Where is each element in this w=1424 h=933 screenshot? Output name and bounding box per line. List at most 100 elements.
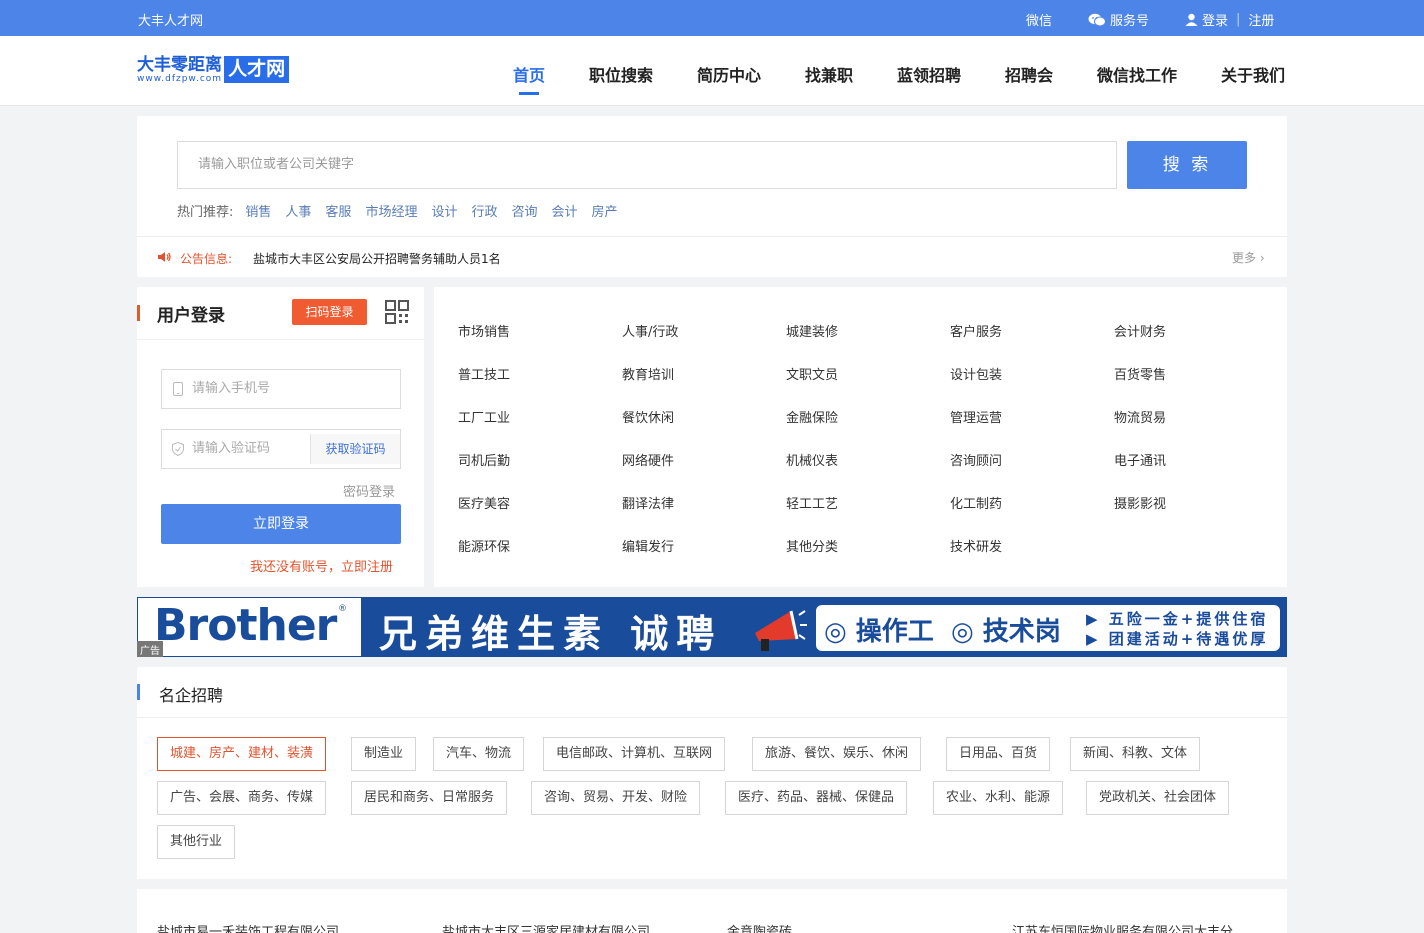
industry-tag[interactable]: 制造业: [351, 737, 417, 771]
industry-tag[interactable]: 党政机关、社会团体: [1086, 781, 1230, 815]
category-link[interactable]: 电子通讯: [1114, 450, 1166, 469]
category-link[interactable]: 司机后勤: [458, 450, 510, 469]
category-link[interactable]: 管理运营: [950, 407, 1002, 426]
ad-banner[interactable]: Brother ® 广告 兄弟维生素 诚聘 ◎ 操作工 ◎ 技术岗 ▶ 五险一金…: [137, 597, 1287, 657]
hot-keyword[interactable]: 销售: [245, 201, 271, 220]
password-login-link[interactable]: 密码登录: [343, 481, 395, 500]
hot-keyword[interactable]: 会计: [552, 201, 578, 220]
wechat-icon: [1088, 13, 1106, 26]
logo-text-block: 大丰零距离 www.dfzpw.com: [137, 56, 222, 84]
notice-label: 公告信息:: [180, 252, 233, 266]
hot-keyword[interactable]: 人事: [285, 201, 311, 220]
category-link[interactable]: 咨询顾问: [950, 450, 1002, 469]
industry-tag[interactable]: 城建、房产、建材、装潢: [157, 737, 327, 771]
category-link[interactable]: 教育培训: [622, 364, 674, 383]
hot-keyword[interactable]: 设计: [431, 201, 457, 220]
site-name[interactable]: 大丰人才网: [138, 10, 203, 29]
category-link[interactable]: 轻工工艺: [786, 493, 838, 512]
code-input[interactable]: 请输入验证码 获取验证码: [161, 429, 401, 469]
nav-resume-center[interactable]: 简历中心: [697, 62, 761, 86]
notice-more-link[interactable]: 更多 ›: [1232, 249, 1265, 266]
nav-active-indicator: [519, 92, 539, 95]
hot-keyword[interactable]: 客服: [325, 201, 351, 220]
benefit-line-2: ▶ 团建活动+待遇优厚: [1086, 630, 1269, 648]
get-code-button[interactable]: 获取验证码: [310, 434, 400, 464]
nav-job-fair[interactable]: 招聘会: [1005, 62, 1053, 86]
login-submit-button[interactable]: 立即登录: [161, 504, 401, 544]
megaphone-icon: [755, 610, 807, 651]
industry-tag[interactable]: 汽车、物流: [433, 737, 525, 771]
top-bar: 大丰人才网 微信 服务号 登录 | 注册: [0, 0, 1424, 36]
nav-part-time[interactable]: 找兼职: [805, 62, 853, 86]
category-link[interactable]: 摄影影视: [1114, 493, 1166, 512]
hot-keyword[interactable]: 行政: [471, 201, 497, 220]
hot-keyword[interactable]: 市场经理: [365, 201, 417, 220]
category-link[interactable]: 市场销售: [458, 321, 510, 340]
industry-tag[interactable]: 旅游、餐饮、娱乐、休闲: [752, 737, 922, 771]
industry-tag[interactable]: 医疗、药品、器械、保健品: [725, 781, 908, 815]
phone-input[interactable]: 请输入手机号: [161, 369, 401, 409]
industry-tag[interactable]: 其他行业: [157, 825, 236, 859]
category-link[interactable]: 百货零售: [1114, 364, 1166, 383]
category-link[interactable]: 技术研发: [950, 536, 1002, 555]
industry-tag[interactable]: 咨询、贸易、开发、财险: [531, 781, 701, 815]
benefit-1-text: 五险一金+提供住宿: [1108, 610, 1269, 628]
nav-home[interactable]: 首页: [513, 62, 545, 86]
category-link[interactable]: 文职文员: [786, 364, 838, 383]
category-link[interactable]: 编辑发行: [622, 536, 674, 555]
category-link[interactable]: 城建装修: [786, 321, 838, 340]
company-link[interactable]: 金意陶瓷砖: [727, 921, 792, 933]
category-link[interactable]: 翻译法律: [622, 493, 674, 512]
category-link[interactable]: 机械仪表: [786, 450, 838, 469]
category-link[interactable]: 物流贸易: [1114, 407, 1166, 426]
login-link[interactable]: 登录: [1202, 10, 1228, 29]
login-register: 登录 | 注册: [1185, 10, 1274, 29]
category-link[interactable]: 医疗美容: [458, 493, 510, 512]
company-link[interactable]: 盐城市易一禾装饰工程有限公司: [157, 921, 339, 933]
category-link[interactable]: 人事/行政: [622, 321, 678, 340]
hot-keyword[interactable]: 房产: [592, 201, 618, 220]
wechat-link[interactable]: 微信: [1026, 10, 1052, 29]
category-link[interactable]: 其他分类: [786, 536, 838, 555]
benefit-line-1: ▶ 五险一金+提供住宿: [1086, 610, 1269, 628]
qr-code-icon[interactable]: [385, 300, 409, 324]
company-link[interactable]: 江苏东恒国际物业服务有限公司大丰分: [1012, 921, 1233, 933]
nav-wechat-jobs[interactable]: 微信找工作: [1097, 62, 1177, 86]
service-account-link[interactable]: 服务号: [1088, 10, 1149, 29]
company-list: 盐城市易一禾装饰工程有限公司 盐城市大丰区三源家居建材有限公司 金意陶瓷砖 江苏…: [137, 889, 1287, 933]
job-operator: ◎ 操作工: [824, 617, 934, 647]
industry-tag[interactable]: 居民和商务、日常服务: [351, 781, 508, 815]
hot-keywords: 热门推荐: 销售 人事 客服 市场经理 设计 行政 咨询 会计 房产: [177, 201, 618, 220]
industry-tag[interactable]: 新闻、科教、文体: [1070, 737, 1201, 771]
category-link[interactable]: 工厂工业: [458, 407, 510, 426]
company-link[interactable]: 盐城市大丰区三源家居建材有限公司: [442, 921, 650, 933]
logo-cn: 大丰零距离: [137, 55, 222, 75]
category-link[interactable]: 餐饮休闲: [622, 407, 674, 426]
search-input[interactable]: 请输入职位或者公司关键字: [177, 141, 1117, 189]
qr-login-button[interactable]: 扫码登录: [292, 299, 367, 325]
industry-tag[interactable]: 电信邮政、计算机、互联网: [543, 737, 726, 771]
category-link[interactable]: 化工制药: [950, 493, 1002, 512]
register-link[interactable]: 我还没有账号，立即注册: [250, 556, 393, 575]
site-logo[interactable]: 大丰零距离 www.dfzpw.com 人才网: [137, 56, 290, 86]
category-link[interactable]: 金融保险: [786, 407, 838, 426]
industry-tag[interactable]: 广告、会展、商务、传媒: [157, 781, 327, 815]
category-link[interactable]: 普工技工: [458, 364, 510, 383]
register-link[interactable]: 注册: [1248, 10, 1274, 29]
job-technician: ◎ 技术岗: [951, 617, 1061, 647]
category-link[interactable]: 设计包装: [950, 364, 1002, 383]
industry-tag[interactable]: 农业、水利、能源: [933, 781, 1064, 815]
category-link[interactable]: 网络硬件: [622, 450, 674, 469]
category-link[interactable]: 能源环保: [458, 536, 510, 555]
nav-job-search[interactable]: 职位搜索: [589, 62, 653, 86]
notice-bar: 公告信息: 盐城市大丰区公安局公开招聘警务辅助人员1名 更多 ›: [137, 236, 1287, 277]
nav-about-us[interactable]: 关于我们: [1221, 62, 1285, 86]
notice-text[interactable]: 盐城市大丰区公安局公开招聘警务辅助人员1名: [253, 250, 501, 267]
category-link[interactable]: 客户服务: [950, 321, 1002, 340]
nav-blue-collar[interactable]: 蓝领招聘: [897, 62, 961, 86]
industry-tag[interactable]: 日用品、百货: [946, 737, 1051, 771]
category-link[interactable]: 会计财务: [1114, 321, 1166, 340]
search-button[interactable]: 搜 索: [1127, 141, 1247, 189]
hot-keyword[interactable]: 咨询: [511, 201, 537, 220]
login-panel: 用户登录 扫码登录 请输入手机号 请输入验证码 获取验证码 密码登录 立即登录 …: [137, 287, 424, 587]
